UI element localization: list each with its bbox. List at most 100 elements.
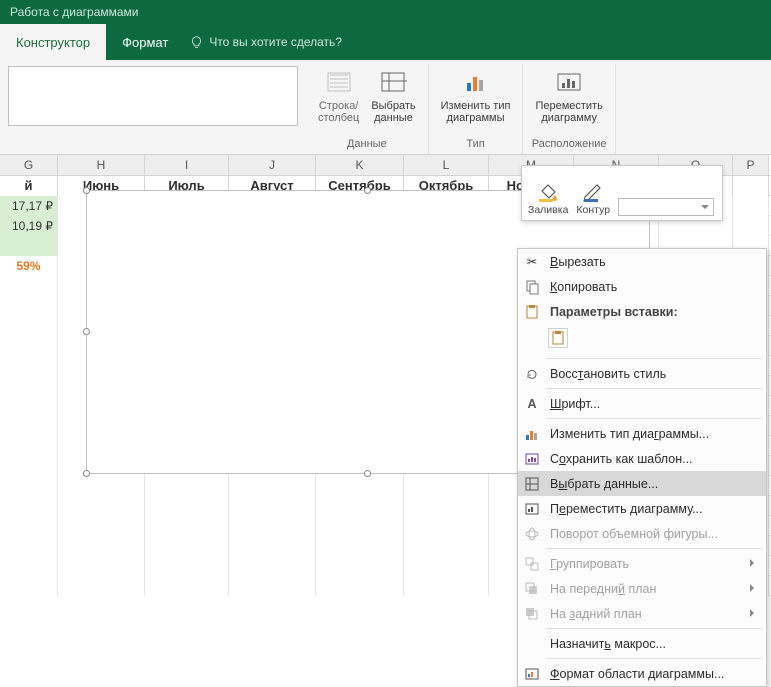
cell[interactable] — [404, 496, 489, 516]
chart-type-icon — [522, 424, 542, 444]
ctx-select-data[interactable]: Выбрать данные... — [518, 471, 766, 496]
cell[interactable] — [316, 536, 404, 556]
cell[interactable] — [0, 576, 58, 596]
cell[interactable] — [145, 516, 229, 536]
col-header[interactable]: I — [145, 155, 229, 175]
cell[interactable] — [0, 536, 58, 556]
cell[interactable] — [229, 476, 316, 496]
tab-format[interactable]: Формат — [106, 24, 184, 60]
ribbon-group-data: Данные — [347, 136, 387, 154]
mini-toolbar: Заливка Контур — [521, 165, 723, 221]
cell[interactable] — [229, 536, 316, 556]
col-header[interactable]: H — [58, 155, 145, 175]
cell[interactable] — [316, 556, 404, 576]
cell[interactable] — [0, 316, 58, 336]
cell[interactable] — [145, 536, 229, 556]
cell[interactable] — [316, 476, 404, 496]
cell[interactable] — [0, 276, 58, 296]
cell[interactable] — [316, 576, 404, 596]
col-header[interactable]: G — [0, 155, 58, 175]
ctx-change-chart-type[interactable]: Изменить тип диаграммы... — [518, 421, 766, 446]
cell[interactable] — [0, 556, 58, 576]
ctx-save-template[interactable]: Сохранить как шаблон... — [518, 446, 766, 471]
cell[interactable] — [145, 556, 229, 576]
cell[interactable] — [58, 496, 145, 516]
cell[interactable] — [404, 556, 489, 576]
cell[interactable] — [145, 476, 229, 496]
cell[interactable] — [0, 296, 58, 316]
cell[interactable] — [0, 436, 58, 456]
template-icon — [522, 449, 542, 469]
ctx-assign-macro[interactable]: Назначить макрос... — [518, 631, 766, 656]
cell[interactable] — [316, 496, 404, 516]
cell[interactable] — [0, 496, 58, 516]
cell[interactable] — [58, 556, 145, 576]
paste-option-icon[interactable] — [548, 328, 568, 348]
cell[interactable]: 10,19 ₽ — [0, 216, 58, 236]
cell[interactable] — [145, 496, 229, 516]
select-data-button[interactable]: Выбрать данные — [367, 66, 419, 126]
fill-button[interactable]: Заливка — [528, 181, 568, 216]
cell[interactable] — [404, 536, 489, 556]
select-data-icon — [378, 68, 408, 98]
cell[interactable] — [229, 576, 316, 596]
rotate-3d-icon — [522, 524, 542, 544]
ctx-format-chart-area[interactable]: Формат области диаграммы... — [518, 661, 766, 686]
ctx-copy[interactable]: Копировать — [518, 274, 766, 299]
chart-type-icon — [461, 68, 491, 98]
tell-me[interactable]: Что вы хотите сделать? — [184, 24, 342, 60]
ctx-paste-options: Параметры вставки: — [518, 299, 766, 324]
move-chart-button[interactable]: Переместить диаграмму — [531, 66, 606, 126]
cell[interactable] — [316, 516, 404, 536]
cell[interactable]: 17,17 ₽ — [0, 196, 58, 216]
cell[interactable] — [0, 356, 58, 376]
ribbon-tabs: Конструктор Формат Что вы хотите сделать… — [0, 24, 771, 60]
col-header[interactable]: L — [404, 155, 489, 175]
cell[interactable]: 59% — [0, 256, 58, 276]
cell[interactable] — [229, 496, 316, 516]
ctx-move-chart[interactable]: Переместить диаграмму... — [518, 496, 766, 521]
cell[interactable] — [0, 476, 58, 496]
cell[interactable] — [229, 516, 316, 536]
col-header[interactable]: P — [733, 155, 769, 175]
month-header[interactable]: й — [0, 176, 58, 196]
cell[interactable] — [0, 376, 58, 396]
cell[interactable] — [0, 396, 58, 416]
chart-style-preview[interactable] — [8, 66, 298, 126]
ribbon-group-type: Тип — [466, 136, 484, 154]
cell[interactable] — [404, 576, 489, 596]
cell[interactable] — [733, 196, 769, 216]
cell[interactable] — [229, 556, 316, 576]
cell[interactable] — [145, 576, 229, 596]
style-dropdown[interactable] — [618, 198, 714, 216]
cell[interactable] — [404, 516, 489, 536]
col-header[interactable]: K — [316, 155, 404, 175]
ctx-reset-style[interactable]: Восстановить стиль — [518, 361, 766, 386]
cell[interactable] — [0, 456, 58, 476]
select-data-icon — [522, 474, 542, 494]
lightbulb-icon — [190, 36, 203, 49]
cell[interactable] — [58, 536, 145, 556]
ctx-group: Группировать — [518, 551, 766, 576]
cell[interactable] — [0, 236, 58, 256]
cell[interactable] — [0, 336, 58, 356]
switch-row-col-button[interactable]: Строка/ столбец — [314, 66, 363, 126]
switch-icon — [324, 68, 354, 98]
change-chart-type-button[interactable]: Изменить тип диаграммы — [437, 66, 515, 126]
tab-design[interactable]: Конструктор — [0, 24, 106, 60]
cell[interactable] — [733, 216, 769, 236]
cell[interactable] — [0, 416, 58, 436]
cell[interactable] — [58, 516, 145, 536]
ctx-font[interactable]: A Шрифт... — [518, 391, 766, 416]
scissors-icon: ✂ — [522, 252, 542, 272]
cell[interactable] — [58, 576, 145, 596]
outline-button[interactable]: Контур — [576, 181, 610, 216]
col-header[interactable]: J — [229, 155, 316, 175]
cell[interactable] — [0, 516, 58, 536]
cell[interactable] — [404, 476, 489, 496]
cell[interactable] — [58, 476, 145, 496]
ctx-send-back: На задний план — [518, 601, 766, 626]
ctx-cut[interactable]: ✂ Вырезать — [518, 249, 766, 274]
month-header[interactable] — [733, 176, 769, 196]
copy-icon — [522, 277, 542, 297]
